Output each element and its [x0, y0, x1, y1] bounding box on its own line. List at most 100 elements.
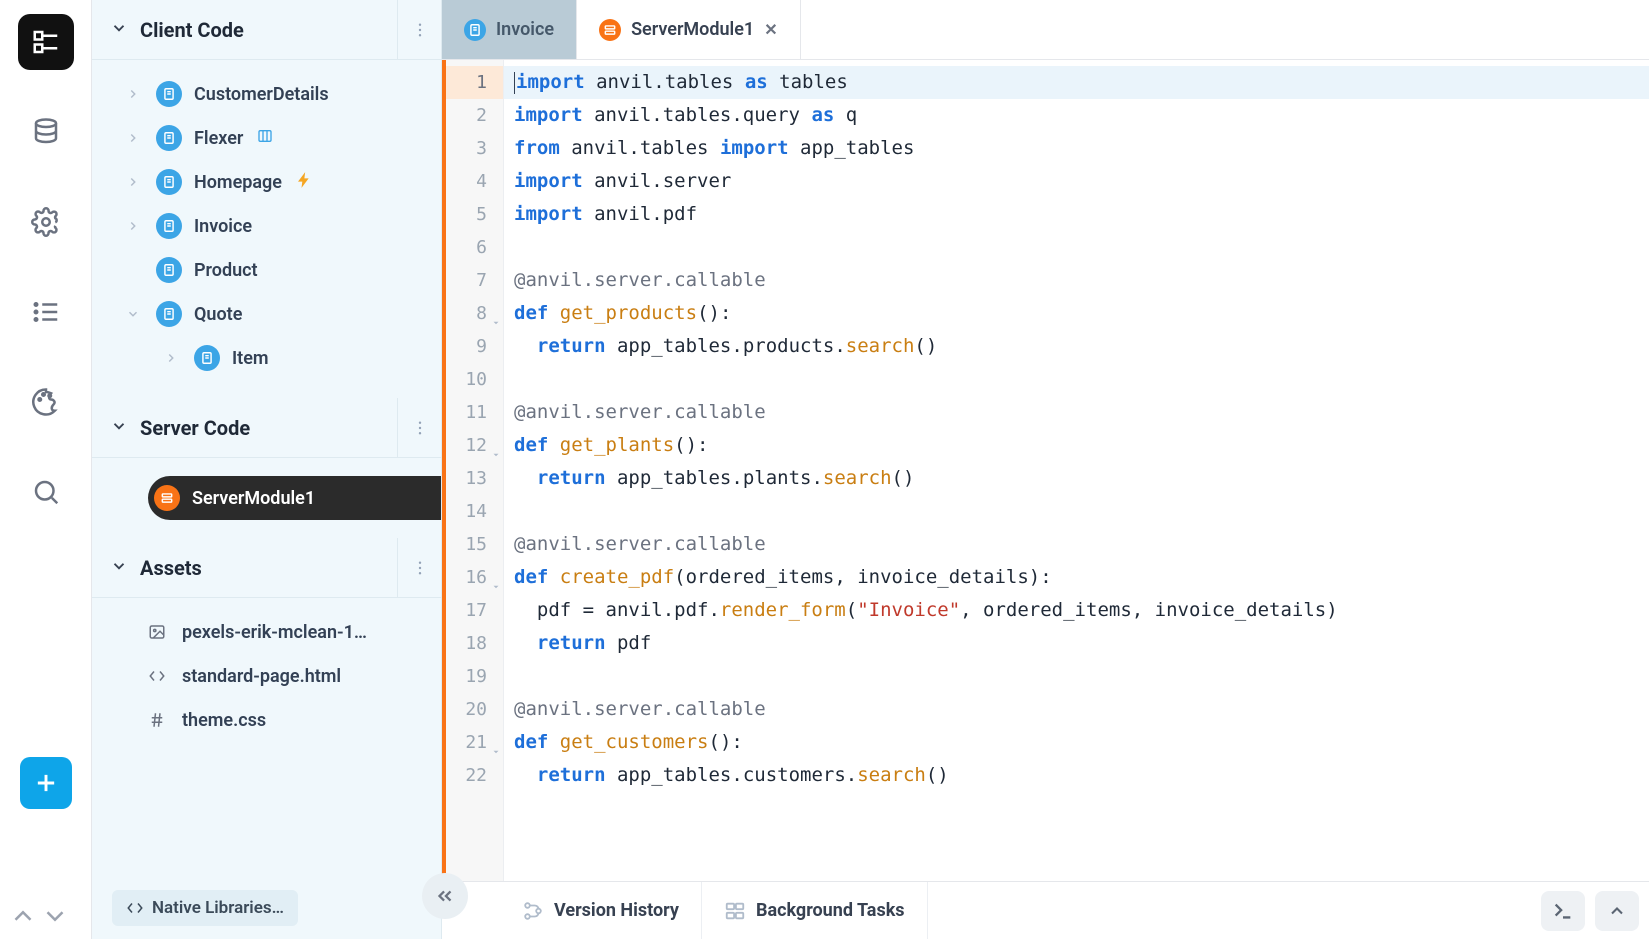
- add-button[interactable]: [20, 757, 72, 809]
- version-history-tab[interactable]: Version History: [500, 882, 702, 939]
- chevron-right-icon[interactable]: [126, 131, 144, 145]
- token-id: q: [846, 104, 857, 126]
- token-kw: import: [514, 170, 583, 192]
- token-kw: def: [514, 566, 548, 588]
- code-line[interactable]: return app_tables.products.search(): [504, 330, 1649, 363]
- form-item-item[interactable]: Item: [92, 336, 441, 380]
- section-menu-button[interactable]: [397, 0, 441, 59]
- token-dec: @anvil.server.callable: [514, 269, 766, 291]
- token-kw: as: [811, 104, 834, 126]
- chevron-right-icon[interactable]: [126, 219, 144, 233]
- tab-invoice[interactable]: Invoice: [442, 0, 577, 59]
- token-fn: search: [846, 335, 915, 357]
- gutter-line: 17: [446, 594, 503, 627]
- chevron-right-icon[interactable]: [164, 351, 182, 365]
- form-icon: [156, 125, 182, 151]
- server-item-servermodule1[interactable]: ServerModule1: [148, 476, 441, 520]
- section-header-assets[interactable]: Assets: [92, 538, 441, 598]
- nav-theme-icon[interactable]: [18, 374, 74, 430]
- code-line[interactable]: from anvil.tables import app_tables: [504, 132, 1649, 165]
- code-line[interactable]: pdf = anvil.pdf.render_form("Invoice", o…: [504, 594, 1649, 627]
- code-line[interactable]: [504, 363, 1649, 396]
- chevron-right-icon[interactable]: [126, 175, 144, 189]
- code-line[interactable]: return app_tables.customers.search(): [504, 759, 1649, 792]
- section-header-client-code[interactable]: Client Code: [92, 0, 441, 60]
- code-line[interactable]: def get_plants():: [504, 429, 1649, 462]
- form-item-quote[interactable]: Quote: [92, 292, 441, 336]
- token-dec: @anvil.server.callable: [514, 401, 766, 423]
- asset-item[interactable]: standard-page.html: [92, 654, 441, 698]
- nav-settings-icon[interactable]: [18, 194, 74, 250]
- code-line[interactable]: def create_pdf(ordered_items, invoice_de…: [504, 561, 1649, 594]
- code-editor[interactable]: 12345678910111213141516171819202122 impo…: [442, 60, 1649, 881]
- code-line[interactable]: import anvil.server: [504, 165, 1649, 198]
- code-line[interactable]: import anvil.tables.query as q: [504, 99, 1649, 132]
- asset-item[interactable]: theme.css: [92, 698, 441, 742]
- nav-list-icon[interactable]: [18, 284, 74, 340]
- form-label: Product: [194, 260, 258, 281]
- nav-app-icon[interactable]: [18, 14, 74, 70]
- code-line[interactable]: def get_customers():: [504, 726, 1649, 759]
- code-line[interactable]: def get_products():: [504, 297, 1649, 330]
- server-code-tree: ServerModule1: [92, 458, 441, 538]
- token-id: (: [846, 599, 857, 621]
- token-fn: get_customers: [560, 731, 709, 753]
- section-title: Client Code: [140, 18, 244, 42]
- token-fn: create_pdf: [560, 566, 674, 588]
- code-line[interactable]: @anvil.server.callable: [504, 693, 1649, 726]
- form-label: Homepage: [194, 172, 282, 193]
- code-line[interactable]: [504, 495, 1649, 528]
- icon-rail: [0, 0, 92, 939]
- form-item-homepage[interactable]: Homepage: [92, 160, 441, 204]
- code-line[interactable]: [504, 660, 1649, 693]
- form-label: Quote: [194, 304, 242, 325]
- chevron-down-icon[interactable]: [126, 307, 144, 321]
- form-label: Item: [232, 348, 269, 369]
- code-line[interactable]: @anvil.server.callable: [504, 396, 1649, 429]
- token-kw: return: [537, 632, 606, 654]
- console-button[interactable]: [1541, 891, 1585, 931]
- form-label: CustomerDetails: [194, 84, 329, 105]
- collapse-panel-button[interactable]: [422, 873, 468, 919]
- code-line[interactable]: @anvil.server.callable: [504, 528, 1649, 561]
- rail-bottom-arrows[interactable]: [8, 901, 70, 931]
- side-panel: Client Code CustomerDetails Flexer Homepag…: [92, 0, 442, 939]
- token-id: ():: [709, 731, 743, 753]
- expand-up-button[interactable]: [1595, 891, 1639, 931]
- gutter-line: 12: [446, 429, 503, 462]
- code-gutter: 12345678910111213141516171819202122: [446, 60, 504, 881]
- section-header-server-code[interactable]: Server Code: [92, 398, 441, 458]
- token-kw: import: [514, 104, 583, 126]
- code-content[interactable]: import anvil.tables as tablesimport anvi…: [504, 60, 1649, 881]
- token-fn: search: [857, 764, 926, 786]
- form-item-product[interactable]: Product: [92, 248, 441, 292]
- native-libraries-button[interactable]: Native Libraries…: [112, 890, 298, 926]
- token-dec: @anvil.server.callable: [514, 698, 766, 720]
- form-icon: [156, 169, 182, 195]
- token-kw: from: [514, 137, 560, 159]
- nav-data-icon[interactable]: [18, 104, 74, 160]
- bolt-icon: [296, 172, 312, 193]
- code-line[interactable]: import anvil.tables as tables: [504, 66, 1649, 99]
- code-line[interactable]: import anvil.pdf: [504, 198, 1649, 231]
- asset-item[interactable]: pexels-erik-mclean-1…: [92, 610, 441, 654]
- form-item-invoice[interactable]: Invoice: [92, 204, 441, 248]
- section-menu-button[interactable]: [397, 538, 441, 597]
- code-line[interactable]: return pdf: [504, 627, 1649, 660]
- gutter-line: 9: [446, 330, 503, 363]
- code-line[interactable]: return app_tables.plants.search(): [504, 462, 1649, 495]
- section-menu-button[interactable]: [397, 398, 441, 457]
- form-item-customerdetails[interactable]: CustomerDetails: [92, 72, 441, 116]
- close-icon[interactable]: ✕: [764, 20, 777, 39]
- background-tasks-tab[interactable]: Background Tasks: [702, 882, 928, 939]
- code-line[interactable]: @anvil.server.callable: [504, 264, 1649, 297]
- code-line[interactable]: [504, 231, 1649, 264]
- token-kw: def: [514, 302, 548, 324]
- asset-label: theme.css: [182, 710, 266, 731]
- gutter-line: 13: [446, 462, 503, 495]
- nav-search-icon[interactable]: [18, 464, 74, 520]
- token-id: tables: [779, 71, 848, 93]
- tab-servermodule1[interactable]: ServerModule1✕: [577, 0, 801, 59]
- chevron-right-icon[interactable]: [126, 87, 144, 101]
- form-item-flexer[interactable]: Flexer: [92, 116, 441, 160]
